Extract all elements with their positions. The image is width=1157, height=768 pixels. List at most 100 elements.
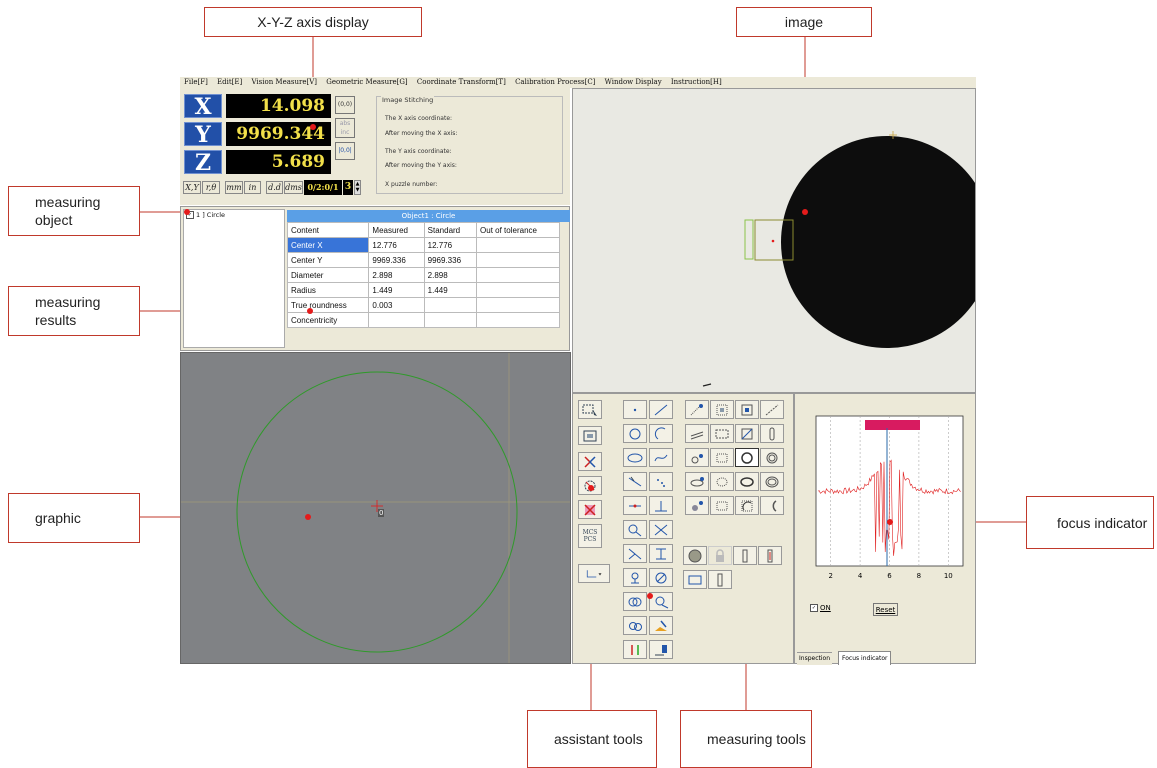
- axis-reset-button[interactable]: |0,0|: [335, 142, 355, 160]
- results-cell[interactable]: Diameter: [286, 267, 370, 283]
- edit-tool[interactable]: [649, 616, 673, 635]
- menu-file[interactable]: File[F]: [184, 78, 208, 86]
- results-cell[interactable]: 9969.336: [423, 252, 478, 268]
- concentric-tool[interactable]: [623, 592, 647, 611]
- auto-spot-box-tool[interactable]: [710, 496, 734, 515]
- camera-image-view[interactable]: [572, 88, 976, 393]
- auto-circle-tool[interactable]: [685, 448, 709, 467]
- results-cell[interactable]: Center Y: [286, 252, 370, 268]
- report-tool[interactable]: [649, 640, 673, 659]
- results-cell[interactable]: [476, 312, 560, 328]
- results-cell[interactable]: 9969.336: [368, 252, 425, 268]
- auto-ellipse-tool[interactable]: [685, 472, 709, 491]
- results-cell[interactable]: 1.449: [368, 282, 425, 298]
- table-row[interactable]: Diameter 2.898 2.898: [286, 267, 560, 283]
- width-tool[interactable]: [649, 544, 673, 563]
- reset-button[interactable]: Reset: [873, 603, 898, 616]
- results-cell[interactable]: 0.003: [368, 297, 425, 313]
- foot-point-tool[interactable]: [649, 496, 673, 515]
- table-row[interactable]: Concentricity: [286, 312, 560, 328]
- diameter-tool[interactable]: [649, 568, 673, 587]
- results-cell[interactable]: [423, 312, 478, 328]
- circle-tool[interactable]: [623, 424, 647, 443]
- tab-inspection[interactable]: Inspection: [797, 652, 832, 665]
- clear-tool[interactable]: [578, 500, 602, 519]
- graphic-view[interactable]: 0: [180, 352, 571, 664]
- auto-slot-tool[interactable]: [760, 424, 784, 443]
- tab-focus-indicator[interactable]: Focus indicator: [838, 651, 892, 665]
- menu-coordinate-transform[interactable]: Coordinate Transform[T]: [417, 78, 506, 86]
- step-spinner-arrows[interactable]: ▲ ▼: [354, 180, 361, 195]
- table-row[interactable]: Radius 1.449 1.449: [286, 282, 560, 298]
- auto-rect-tool[interactable]: [710, 424, 734, 443]
- line-tool[interactable]: [649, 400, 673, 419]
- results-cell[interactable]: [423, 297, 478, 313]
- unit-mm-button[interactable]: mm: [225, 181, 243, 194]
- results-cell[interactable]: Center X: [286, 237, 370, 253]
- point-cloud-tool[interactable]: [649, 472, 673, 491]
- auto-grid-tool[interactable]: [710, 400, 734, 419]
- auto-box-tool[interactable]: [710, 448, 734, 467]
- auto-focus-tool[interactable]: [578, 452, 602, 471]
- step-spinner-value[interactable]: 3: [343, 180, 353, 195]
- results-cell[interactable]: Concentricity: [286, 312, 370, 328]
- results-cell[interactable]: [476, 252, 560, 268]
- results-cell[interactable]: 2.898: [368, 267, 425, 283]
- results-cell[interactable]: [476, 297, 560, 313]
- select-tool[interactable]: [578, 400, 602, 419]
- results-cell[interactable]: [476, 237, 560, 253]
- mode-xy-button[interactable]: X,Y: [183, 181, 201, 194]
- menu-window-display[interactable]: Window Display: [605, 78, 662, 86]
- mode-polar-button[interactable]: r,θ: [202, 181, 220, 194]
- perpendicular-tool[interactable]: [623, 496, 647, 515]
- results-cell[interactable]: 12.776: [423, 237, 478, 253]
- distance-tool[interactable]: [623, 472, 647, 491]
- intersect-tool[interactable]: [649, 520, 673, 539]
- auto-point-tool[interactable]: [685, 400, 709, 419]
- auto-arc-box-tool[interactable]: [735, 496, 759, 515]
- transfer-tool[interactable]: [623, 640, 647, 659]
- menu-calibration-process[interactable]: Calibration Process[C]: [515, 78, 595, 86]
- zoom-window-tool[interactable]: [578, 426, 602, 445]
- probe-tool-a[interactable]: [733, 546, 757, 565]
- results-cell[interactable]: True roundness: [286, 297, 370, 313]
- probe-tool-b[interactable]: [758, 546, 782, 565]
- results-column-header[interactable]: Measured: [368, 222, 425, 238]
- format-decimal-button[interactable]: d.d: [266, 181, 283, 194]
- results-cell[interactable]: 12.776: [368, 237, 425, 253]
- focus-on-checkbox[interactable]: ✓ ON: [810, 604, 831, 612]
- angle-tool[interactable]: [623, 520, 647, 539]
- axis-origin-dropdown[interactable]: [578, 564, 610, 583]
- table-row[interactable]: True roundness 0.003: [286, 297, 560, 313]
- results-cell[interactable]: [476, 267, 560, 283]
- results-column-header[interactable]: Content: [286, 222, 370, 238]
- auto-center-tool[interactable]: [735, 400, 759, 419]
- results-column-header[interactable]: Standard: [423, 222, 478, 238]
- coordinate-system-tool[interactable]: MCS PCS: [578, 524, 602, 548]
- auto-ellipse-fit-tool[interactable]: [735, 472, 759, 491]
- format-dms-button[interactable]: dms: [284, 181, 303, 194]
- auto-spot-tool[interactable]: [685, 496, 709, 515]
- auto-edge-tool[interactable]: [685, 424, 709, 443]
- menu-geometric-measure[interactable]: Geometric Measure[G]: [326, 78, 407, 86]
- table-row[interactable]: Center Y 9969.336 9969.336: [286, 252, 560, 268]
- auto-ellipse-ring-tool[interactable]: [760, 472, 784, 491]
- arc-tool[interactable]: [649, 424, 673, 443]
- symmetry-tool[interactable]: [623, 544, 647, 563]
- menu-edit[interactable]: Edit[E]: [217, 78, 242, 86]
- circle-pair-tool[interactable]: [623, 616, 647, 635]
- tool-graphic-a[interactable]: [683, 546, 707, 565]
- checkbox-icon[interactable]: ✓: [810, 604, 818, 612]
- auto-circle-fit-tool[interactable]: [735, 448, 759, 467]
- zero-origin-button[interactable]: (0,0): [335, 96, 355, 114]
- rect-tool[interactable]: [683, 570, 707, 589]
- bar-tool[interactable]: [708, 570, 732, 589]
- table-row[interactable]: Center X 12.776 12.776: [286, 237, 560, 253]
- results-cell[interactable]: Radius: [286, 282, 370, 298]
- object-list-item[interactable]: ✓ 1 ] Circle: [186, 211, 225, 219]
- curve-tool[interactable]: [649, 448, 673, 467]
- auto-ring-tool[interactable]: [760, 448, 784, 467]
- ellipse-tool[interactable]: [623, 448, 647, 467]
- unit-inch-button[interactable]: in: [244, 181, 261, 194]
- menu-instruction[interactable]: Instruction[H]: [671, 78, 722, 86]
